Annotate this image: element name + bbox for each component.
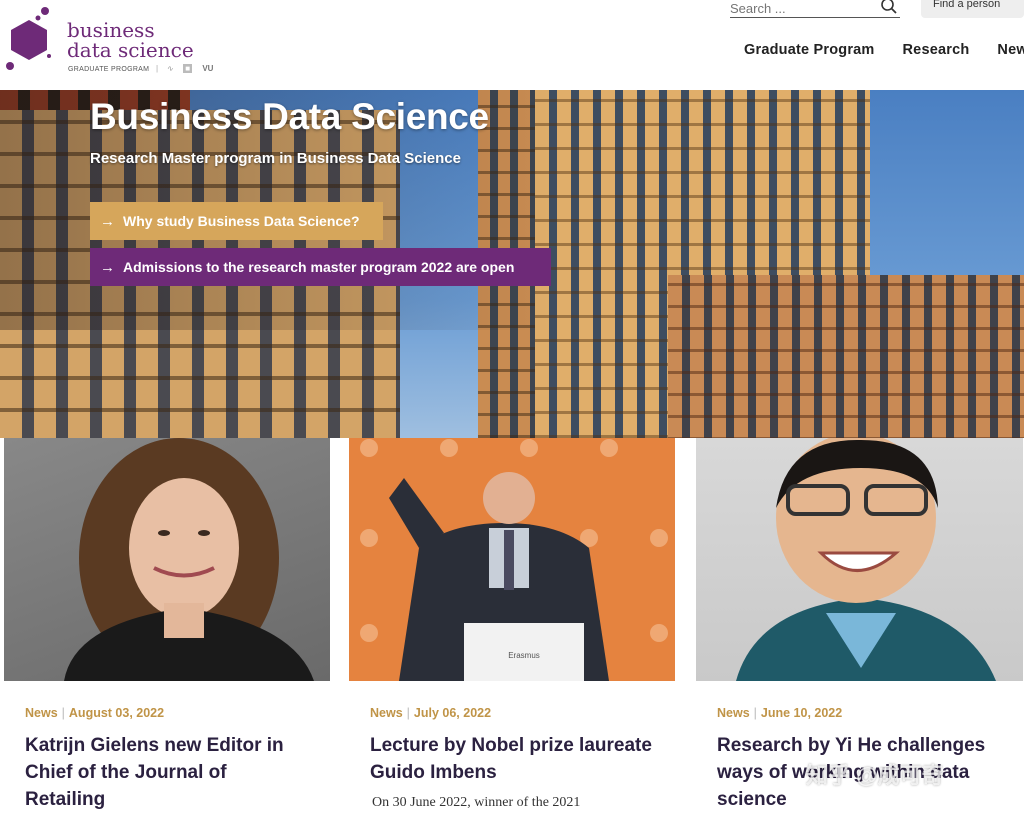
lecture-speaker-image: Erasmus bbox=[360, 439, 668, 681]
logo-line2: data science bbox=[67, 38, 194, 62]
news-date: July 06, 2022 bbox=[413, 706, 492, 720]
portrait-woman-image bbox=[64, 438, 314, 681]
news-category[interactable]: News bbox=[370, 706, 403, 720]
svg-text:Erasmus: Erasmus bbox=[508, 651, 540, 660]
meta-separator: | bbox=[753, 706, 757, 720]
logo-text: business data science bbox=[67, 20, 194, 60]
site-logo[interactable]: business data science GRADUATE PROGRAM |… bbox=[4, 4, 244, 76]
news-title[interactable]: Lecture by Nobel prize laureate Guido Im… bbox=[370, 732, 657, 786]
search-icon[interactable] bbox=[880, 0, 898, 15]
logo-subtitle: GRADUATE PROGRAM bbox=[68, 66, 150, 73]
meta-separator: | bbox=[61, 706, 65, 720]
why-study-label: Why study Business Data Science? bbox=[123, 213, 360, 229]
nav-item-graduate-program[interactable]: Graduate Program bbox=[744, 42, 875, 58]
news-meta: News | July 06, 2022 bbox=[370, 706, 491, 720]
hero-banner: Business Data Science Research Master pr… bbox=[0, 90, 1024, 438]
hexagon-logo-icon bbox=[6, 7, 51, 70]
news-photo[interactable] bbox=[4, 438, 330, 681]
news-cards: News | August 03, 2022 Katrijn Gielens new… bbox=[0, 438, 1024, 817]
admissions-label: Admissions to the research master progra… bbox=[123, 259, 515, 275]
meta-separator: | bbox=[406, 706, 410, 720]
news-card[interactable]: News | August 03, 2022 Katrijn Gielens new… bbox=[4, 438, 330, 817]
news-meta: News | August 03, 2022 bbox=[25, 706, 164, 720]
admissions-button[interactable]: → Admissions to the research master prog… bbox=[90, 248, 551, 286]
watermark: 知乎 @成可奇 bbox=[806, 763, 944, 788]
logo-partners: | ∿ ■ VU bbox=[156, 64, 213, 73]
page: business data science GRADUATE PROGRAM |… bbox=[0, 0, 1024, 817]
why-study-button[interactable]: → Why study Business Data Science? bbox=[90, 202, 383, 240]
main-nav: Graduate Program Research News bbox=[744, 42, 1024, 58]
hero-title: Business Data Science bbox=[90, 96, 489, 137]
nav-item-news[interactable]: News bbox=[997, 42, 1024, 58]
hero-subtitle: Research Master program in Business Data… bbox=[90, 150, 461, 167]
news-excerpt: On 30 June 2022, winner of the 2021 bbox=[372, 795, 581, 810]
arrow-right-icon: → bbox=[100, 258, 115, 276]
news-card[interactable]: Erasmus News | July 06, 2022 Lecture by No… bbox=[349, 438, 675, 817]
news-photo[interactable] bbox=[696, 438, 1023, 681]
news-category[interactable]: News bbox=[717, 706, 750, 720]
find-person-button[interactable]: Find a person bbox=[921, 0, 1024, 18]
news-photo[interactable]: Erasmus bbox=[349, 438, 675, 681]
erasmus-logo-icon: ∿ bbox=[166, 64, 174, 73]
vu-logo: VU bbox=[202, 64, 214, 73]
tinbergen-logo-icon: ■ bbox=[183, 64, 193, 73]
news-meta: News | June 10, 2022 bbox=[717, 706, 842, 720]
site-header: business data science GRADUATE PROGRAM |… bbox=[0, 0, 1024, 90]
arrow-right-icon: → bbox=[100, 212, 115, 230]
hero-building-right bbox=[668, 275, 1024, 438]
nav-item-research[interactable]: Research bbox=[903, 42, 970, 58]
news-title[interactable]: Katrijn Gielens new Editor in Chief of t… bbox=[25, 732, 312, 813]
news-date: June 10, 2022 bbox=[760, 706, 843, 720]
news-card[interactable]: News | June 10, 2022 Research by Yi He cha… bbox=[696, 438, 1023, 817]
news-date: August 03, 2022 bbox=[68, 706, 165, 720]
portrait-man-image bbox=[736, 438, 996, 681]
search-bar bbox=[730, 0, 900, 18]
logo-divider: | bbox=[156, 64, 159, 73]
search-input[interactable] bbox=[730, 0, 870, 17]
logo-line1: business bbox=[67, 18, 155, 42]
news-category[interactable]: News bbox=[25, 706, 58, 720]
